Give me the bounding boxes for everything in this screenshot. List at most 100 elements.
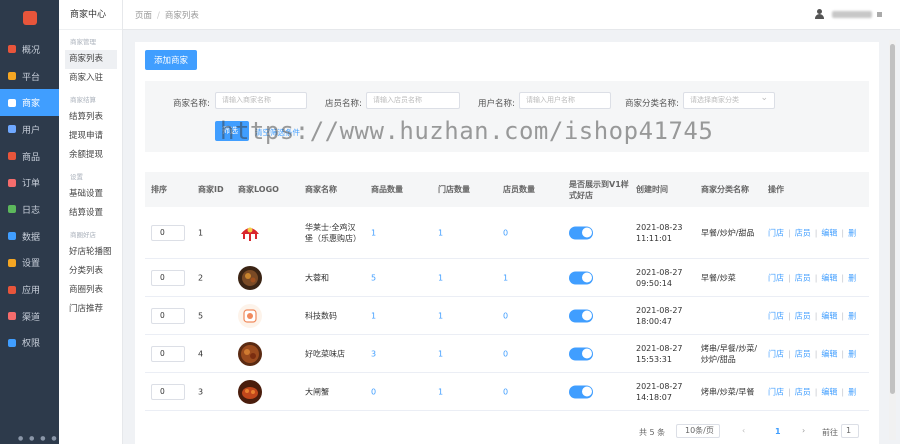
page-size-select[interactable]: 10条/页 bbox=[676, 424, 720, 438]
clerk-count[interactable]: 0 bbox=[503, 348, 543, 359]
nav-item[interactable]: 设置 bbox=[0, 250, 59, 277]
clerk-count[interactable]: 0 bbox=[503, 310, 543, 321]
shop-name-label: 店员名称: bbox=[325, 99, 362, 109]
store-count[interactable]: 1 bbox=[438, 386, 478, 397]
breadcrumb-root[interactable]: 页面 bbox=[135, 11, 152, 21]
sub-nav-item[interactable]: 余额提现 bbox=[65, 146, 117, 165]
action-stores-link[interactable]: 门店 bbox=[768, 311, 784, 320]
merchant-name: 华莱士·全鸡汉堡（乐惠购店） bbox=[305, 222, 361, 243]
sub-nav-item[interactable]: 分类列表 bbox=[65, 262, 117, 281]
v1-display-toggle[interactable] bbox=[569, 309, 593, 322]
action-edit-link[interactable]: 编辑 bbox=[821, 228, 837, 237]
clerk-count[interactable]: 0 bbox=[503, 386, 543, 397]
action-separator: | bbox=[814, 273, 818, 282]
action-separator: | bbox=[841, 387, 845, 396]
action-delete-link[interactable]: 删 bbox=[848, 349, 856, 358]
goods-count[interactable]: 3 bbox=[371, 348, 411, 359]
action-stores-link[interactable]: 门店 bbox=[768, 273, 784, 282]
sub-nav-item[interactable]: 好店轮播图 bbox=[65, 243, 117, 262]
goods-count[interactable]: 1 bbox=[371, 310, 411, 321]
action-edit-link[interactable]: 编辑 bbox=[821, 311, 837, 320]
store-count[interactable]: 1 bbox=[438, 348, 478, 359]
store-count[interactable]: 1 bbox=[438, 227, 478, 238]
action-delete-link[interactable]: 删 bbox=[848, 311, 856, 320]
clerk-count[interactable]: 1 bbox=[503, 272, 543, 283]
nav-item[interactable]: 用户 bbox=[0, 116, 59, 143]
next-page-icon[interactable]: › bbox=[802, 426, 805, 435]
column-header: 商家LOGO bbox=[238, 185, 279, 194]
action-separator: | bbox=[814, 349, 818, 358]
action-clerks-link[interactable]: 店员 bbox=[795, 273, 811, 282]
prev-page-icon[interactable]: ‹ bbox=[742, 426, 745, 435]
sub-nav-item[interactable]: 商家列表 bbox=[65, 50, 117, 69]
nav-item[interactable]: 应用 bbox=[0, 276, 59, 303]
nav-item[interactable]: 日志 bbox=[0, 196, 59, 223]
category-select[interactable]: 请选择商家分类 bbox=[683, 91, 775, 109]
action-stores-link[interactable]: 门店 bbox=[768, 387, 784, 396]
v1-display-toggle[interactable] bbox=[569, 347, 593, 360]
store-count[interactable]: 1 bbox=[438, 272, 478, 283]
sub-nav-item[interactable]: 商家入驻 bbox=[65, 69, 117, 88]
action-stores-link[interactable]: 门店 bbox=[768, 349, 784, 358]
action-clerks-link[interactable]: 店员 bbox=[795, 311, 811, 320]
action-delete-link[interactable]: 删 bbox=[848, 387, 856, 396]
nav-item-label: 权限 bbox=[22, 339, 41, 350]
nav-item[interactable]: 平台 bbox=[0, 63, 59, 90]
v1-display-toggle[interactable] bbox=[569, 226, 593, 239]
goods-count[interactable]: 5 bbox=[371, 272, 411, 283]
action-stores-link[interactable]: 门店 bbox=[768, 228, 784, 237]
goto-page-input[interactable]: 1 bbox=[841, 424, 859, 438]
action-edit-link[interactable]: 编辑 bbox=[821, 387, 837, 396]
breadcrumb: 页面 / 商家列表 bbox=[135, 9, 199, 21]
action-edit-link[interactable]: 编辑 bbox=[821, 349, 837, 358]
nav-item[interactable]: 权限 bbox=[0, 330, 59, 357]
shop-name-input[interactable]: 请输入店员名称 bbox=[366, 92, 460, 109]
user-menu-caret-icon bbox=[877, 11, 882, 17]
action-delete-link[interactable]: 删 bbox=[848, 228, 856, 237]
row-actions: 门店 | 店员 | 编辑 | 删 bbox=[768, 310, 856, 321]
action-clerks-link[interactable]: 店员 bbox=[795, 387, 811, 396]
sort-input[interactable]: 0 bbox=[151, 224, 185, 241]
action-clerks-link[interactable]: 店员 bbox=[795, 349, 811, 358]
scrollbar-thumb[interactable] bbox=[890, 44, 895, 394]
sub-nav-item[interactable]: 结算设置 bbox=[65, 204, 117, 223]
sub-nav-item[interactable]: 结算列表 bbox=[65, 108, 117, 127]
v1-display-toggle[interactable] bbox=[569, 385, 593, 398]
sort-input[interactable]: 0 bbox=[151, 383, 185, 400]
created-time: 2021-08-27 14:18:07 bbox=[636, 381, 683, 402]
sort-input[interactable]: 0 bbox=[151, 307, 185, 324]
merchant-category: 早餐/炒菜 bbox=[701, 273, 736, 282]
merchant-category: 早餐/炒炉/甜品 bbox=[701, 228, 755, 237]
nav-item-label: 设置 bbox=[22, 259, 41, 270]
v1-display-toggle[interactable] bbox=[569, 271, 593, 284]
action-edit-link[interactable]: 编辑 bbox=[821, 273, 837, 282]
nav-item[interactable]: 商家 bbox=[0, 89, 59, 117]
app-logo[interactable] bbox=[0, 0, 59, 36]
created-time: 2021-08-27 09:50:14 bbox=[636, 267, 683, 288]
nav-item[interactable]: 渠道 bbox=[0, 303, 59, 330]
nav-item[interactable]: 数据 bbox=[0, 223, 59, 250]
user-menu[interactable] bbox=[815, 9, 882, 19]
user-name-input[interactable]: 请输入用户名称 bbox=[519, 92, 611, 109]
sort-input[interactable]: 0 bbox=[151, 345, 185, 362]
nav-item[interactable]: 订单 bbox=[0, 169, 59, 196]
goods-count[interactable]: 0 bbox=[371, 386, 411, 397]
sub-nav-item[interactable]: 商圈列表 bbox=[65, 281, 117, 300]
store-count[interactable]: 1 bbox=[438, 310, 478, 321]
goods-count[interactable]: 1 bbox=[371, 227, 411, 238]
action-delete-link[interactable]: 删 bbox=[848, 273, 856, 282]
page-scrollbar[interactable] bbox=[889, 40, 896, 440]
sort-input[interactable]: 0 bbox=[151, 269, 185, 286]
nav-item[interactable]: 概况 bbox=[0, 36, 59, 63]
merchant-name: 大蓉和 bbox=[305, 273, 329, 282]
clerk-count[interactable]: 0 bbox=[503, 227, 543, 238]
merchant-name-input[interactable]: 请输入商家名称 bbox=[215, 92, 307, 109]
page-number-current[interactable]: 1 bbox=[775, 427, 781, 436]
sub-nav-item[interactable]: 基础设置 bbox=[65, 185, 117, 204]
action-clerks-link[interactable]: 店员 bbox=[795, 228, 811, 237]
nav-item[interactable]: 商品 bbox=[0, 143, 59, 170]
sub-nav-item[interactable]: 提现申请 bbox=[65, 127, 117, 146]
logo-icon bbox=[22, 11, 37, 25]
add-merchant-button[interactable]: 添加商家 bbox=[145, 50, 197, 70]
sub-nav-item[interactable]: 门店推荐 bbox=[65, 300, 117, 319]
